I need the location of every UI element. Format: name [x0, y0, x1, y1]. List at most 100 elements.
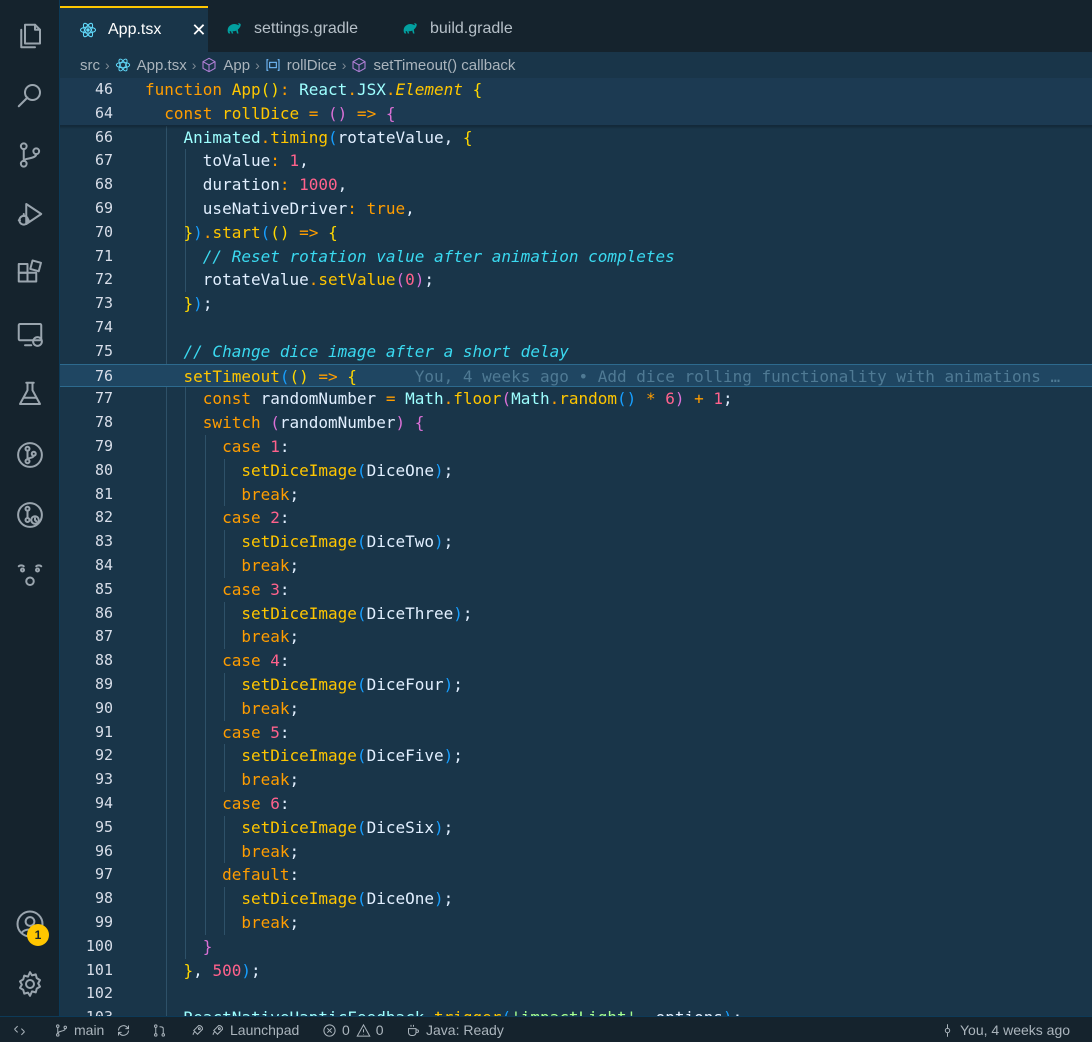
code-token: DiceThree	[366, 603, 454, 623]
code-line[interactable]: 93 break;	[60, 768, 1092, 792]
tab-settings-gradle[interactable]: settings.gradle	[220, 6, 390, 52]
remote-icon[interactable]	[12, 1017, 32, 1042]
code-token: :	[279, 508, 290, 528]
code-line[interactable]: 75 // Change dice image after a short de…	[60, 340, 1092, 364]
code-editor[interactable]: 66 Animated.timing(rotateValue, {67 toVa…	[60, 78, 1092, 1016]
sync-icon[interactable]	[116, 1017, 136, 1042]
code-token: break	[145, 556, 290, 575]
code-token: ()	[260, 80, 280, 99]
code-line[interactable]: 80 setDiceImage(DiceOne);	[60, 459, 1092, 483]
code-token: )	[443, 746, 454, 766]
java-status[interactable]: Java: Ready	[406, 1017, 504, 1042]
launchpad-button[interactable]: Launchpad	[190, 1017, 299, 1042]
git-blame-status[interactable]: You, 4 weeks ago	[940, 1017, 1070, 1042]
code-token: break	[145, 627, 290, 647]
code-line[interactable]: 83 setDiceImage(DiceTwo);	[60, 530, 1092, 554]
code-line[interactable]: 86 setDiceImage(DiceThree);	[60, 602, 1092, 626]
code-line[interactable]: 102	[60, 982, 1092, 1006]
code-line[interactable]: 95 setDiceImage(DiceSix);	[60, 816, 1092, 840]
code-line[interactable]: 73 });	[60, 292, 1092, 316]
code-line[interactable]: 66 Animated.timing(rotateValue, {	[60, 126, 1092, 150]
code-line[interactable]: 101 }, 500);	[60, 959, 1092, 983]
code-line[interactable]: 74	[60, 316, 1092, 340]
code-line[interactable]: 103 ReactNativeHapticFeedback.trigger('i…	[60, 1006, 1092, 1016]
tab-app-tsx[interactable]: App.tsx ✕	[60, 6, 208, 52]
git-graph-icon[interactable]	[14, 499, 46, 531]
git-compare-icon[interactable]	[152, 1017, 172, 1042]
search-icon[interactable]	[14, 79, 46, 111]
copilot-icon[interactable]	[14, 559, 46, 591]
branch-indicator[interactable]: main	[54, 1017, 104, 1042]
breadcrumb-rolldice[interactable]: rollDice	[265, 57, 337, 74]
breadcrumb-file[interactable]: App.tsx	[115, 57, 187, 74]
code-line[interactable]: 97 default:	[60, 863, 1092, 887]
code-token: }	[145, 222, 194, 242]
account-badge: 1	[27, 924, 49, 946]
testing-icon[interactable]	[14, 378, 46, 410]
code-token: ,	[337, 175, 348, 195]
code-token: 6	[665, 389, 675, 409]
extensions-icon[interactable]	[14, 258, 46, 290]
code-line[interactable]: 64 const rollDice = () => {	[60, 101, 1092, 126]
code-line[interactable]: 72 rotateValue.setValue(0);	[60, 268, 1092, 292]
code-token: :	[279, 579, 290, 599]
breadcrumb-app[interactable]: App	[201, 57, 250, 74]
code-text: duration: 1000,	[145, 173, 348, 197]
code-line[interactable]: 82 case 2:	[60, 506, 1092, 530]
code-token: ;	[289, 484, 300, 504]
settings-gear-icon[interactable]	[14, 968, 46, 1000]
code-token: setValue	[318, 270, 396, 290]
line-number: 86	[94, 603, 113, 622]
cube-icon	[202, 57, 216, 73]
code-line[interactable]: 92 setDiceImage(DiceFive);	[60, 744, 1092, 768]
code-token: Animated	[145, 127, 261, 147]
code-line[interactable]: 46 function App(): React.JSX.Element {	[60, 78, 1092, 102]
remote-explorer-icon[interactable]	[14, 318, 46, 350]
code-line[interactable]: 98 setDiceImage(DiceOne);	[60, 887, 1092, 911]
code-line[interactable]: 84 break;	[60, 554, 1092, 578]
line-number: 89	[94, 675, 113, 693]
code-line[interactable]: 91 case 5:	[60, 721, 1092, 745]
run-debug-icon[interactable]	[14, 198, 46, 230]
code-line[interactable]: 90 break;	[60, 697, 1092, 721]
code-line[interactable]: 76 setTimeout(() => { You, 4 weeks ago •…	[60, 363, 1092, 388]
code-line[interactable]: 70 }).start(() => {	[60, 221, 1092, 245]
breadcrumb-callback[interactable]: setTimeout() callback	[351, 57, 515, 74]
tab-label: build.gradle	[430, 20, 513, 37]
code-line[interactable]: 99 break;	[60, 911, 1092, 935]
code-token: case	[145, 722, 271, 742]
close-icon[interactable]: ✕	[191, 20, 206, 41]
code-line[interactable]: 88 case 4:	[60, 649, 1092, 673]
code-line[interactable]: 89 setDiceImage(DiceFour);	[60, 673, 1092, 697]
code-token: (	[270, 413, 280, 433]
code-line[interactable]: 69 useNativeDriver: true,	[60, 197, 1092, 221]
code-line[interactable]: 85 case 3:	[60, 578, 1092, 602]
tab-build-gradle[interactable]: build.gradle	[400, 6, 560, 52]
code-line[interactable]: 68 duration: 1000,	[60, 173, 1092, 197]
code-line[interactable]: 71 // Reset rotation value after animati…	[60, 245, 1092, 269]
code-line[interactable]: 94 case 6:	[60, 792, 1092, 816]
code-line[interactable]: 81 break;	[60, 483, 1092, 507]
breadcrumb-src[interactable]: src	[80, 57, 100, 74]
explorer-icon[interactable]	[14, 20, 46, 52]
gitlens-icon[interactable]	[14, 439, 46, 471]
code-text: switch (randomNumber) {	[145, 411, 425, 435]
code-line[interactable]: 79 case 1:	[60, 435, 1092, 459]
code-line[interactable]: 100 }	[60, 935, 1092, 959]
code-token: case	[145, 437, 271, 456]
source-control-icon[interactable]	[14, 139, 46, 171]
code-line[interactable]: 78 switch (randomNumber) {	[60, 411, 1092, 435]
code-token: {	[347, 366, 357, 386]
code-text: function App(): React.JSX.Element {	[145, 78, 482, 102]
line-number: 66	[94, 127, 113, 146]
code-line[interactable]: 87 break;	[60, 625, 1092, 649]
code-token: 4	[270, 651, 280, 671]
code-token: case	[145, 579, 271, 599]
code-line[interactable]: 96 break;	[60, 840, 1092, 864]
code-line[interactable]: 67 toValue: 1,	[60, 149, 1092, 173]
line-number: 98	[94, 889, 113, 908]
code-line[interactable]: 77 const randomNumber = Math.floor(Math.…	[60, 387, 1092, 411]
line-number: 93	[94, 770, 113, 789]
line-number: 79	[94, 437, 113, 455]
problems-indicator[interactable]: 0 0	[322, 1017, 384, 1042]
